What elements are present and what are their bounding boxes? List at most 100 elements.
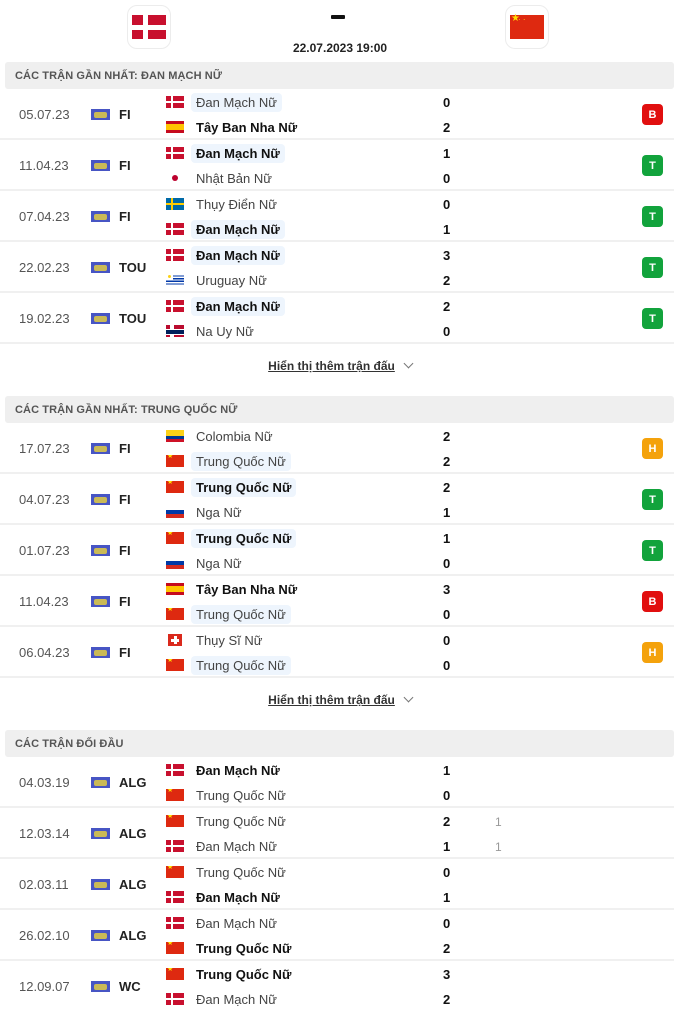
home-score: 3: [443, 582, 451, 597]
home-team[interactable]: Đan Mạch Nữ: [166, 913, 282, 933]
home-team-name[interactable]: Trung Quốc Nữ: [191, 528, 297, 548]
home-team-name[interactable]: Đan Mạch Nữ: [191, 296, 285, 316]
away-team[interactable]: Đan Mạch Nữ: [166, 887, 285, 907]
away-team-name[interactable]: Trung Quốc Nữ: [191, 451, 291, 471]
match-row[interactable]: 12.09.07 WC Trung Quốc Nữ 3 Đan Mạch Nữ 2: [0, 961, 674, 1009]
home-team[interactable]: Đan Mạch Nữ: [166, 760, 285, 780]
competition-icon: [91, 262, 110, 273]
match-row[interactable]: 11.04.23 FI Tây Ban Nha Nữ 3 Trung Quốc Nữ 0 B: [0, 576, 674, 627]
competition-code: FI: [119, 645, 131, 660]
away-team-name[interactable]: Na Uy Nữ: [191, 322, 259, 341]
home-team[interactable]: Trung Quốc Nữ: [166, 862, 291, 882]
match-row[interactable]: 22.02.23 TOU Đan Mạch Nữ 3 Uruguay Nữ 2 T: [0, 242, 674, 293]
match-row[interactable]: 19.02.23 TOU Đan Mạch Nữ 2 Na Uy Nữ 0 T: [0, 293, 674, 344]
away-team[interactable]: Nhật Bản Nữ: [166, 168, 277, 188]
match-row[interactable]: 04.07.23 FI Trung Quốc Nữ 2 Nga Nữ 1 T: [0, 474, 674, 525]
home-team-name[interactable]: Colombia Nữ: [191, 427, 278, 446]
home-team-name[interactable]: Tây Ban Nha Nữ: [191, 580, 302, 599]
home-score: 2: [443, 429, 451, 444]
home-team[interactable]: Thụy Sĩ Nữ: [166, 630, 268, 650]
match-row[interactable]: 26.02.10 ALG Đan Mạch Nữ 0 Trung Quốc Nữ 2: [0, 910, 674, 961]
show-more-link[interactable]: Hiển thị thêm trận đấu: [268, 693, 395, 707]
home-team-name[interactable]: Đan Mạch Nữ: [191, 92, 282, 112]
match-row[interactable]: 02.03.11 ALG Trung Quốc Nữ 0 Đan Mạch Nữ 1: [0, 859, 674, 910]
home-team-name[interactable]: Đan Mạch Nữ: [191, 143, 285, 163]
competition-code: ALG: [119, 775, 147, 790]
away-team-name[interactable]: Đan Mạch Nữ: [191, 837, 282, 856]
home-team[interactable]: Trung Quốc Nữ: [166, 964, 296, 984]
away-team[interactable]: Uruguay Nữ: [166, 270, 272, 290]
home-team-name[interactable]: Đan Mạch Nữ: [191, 914, 282, 933]
home-team[interactable]: Tây Ban Nha Nữ: [166, 579, 302, 599]
competition-icon: [91, 109, 110, 120]
home-team-name[interactable]: Trung Quốc Nữ: [191, 965, 296, 984]
cn-flag-icon: [166, 789, 184, 801]
home-team[interactable]: Trung Quốc Nữ: [166, 477, 297, 497]
away-score: 1: [443, 839, 451, 854]
away-team[interactable]: Tây Ban Nha Nữ: [166, 117, 302, 137]
home-team[interactable]: Đan Mạch Nữ: [166, 143, 285, 163]
home-team[interactable]: Đan Mạch Nữ: [166, 296, 285, 316]
competition-code: FI: [119, 209, 131, 224]
show-more-link[interactable]: Hiển thị thêm trận đấu: [268, 359, 395, 373]
away-team[interactable]: Trung Quốc Nữ: [166, 604, 291, 624]
home-score: 3: [443, 248, 451, 263]
home-team-name[interactable]: Đan Mạch Nữ: [191, 245, 285, 265]
away-team[interactable]: Nga Nữ: [166, 553, 247, 573]
away-team-name[interactable]: Nga Nữ: [191, 554, 247, 573]
home-score: 3: [443, 967, 451, 982]
home-team-name[interactable]: Trung Quốc Nữ: [191, 477, 297, 497]
away-team[interactable]: Na Uy Nữ: [166, 321, 259, 341]
home-team[interactable]: Đan Mạch Nữ: [166, 245, 285, 265]
home-team-name[interactable]: Trung Quốc Nữ: [191, 863, 291, 882]
away-team[interactable]: Đan Mạch Nữ: [166, 989, 282, 1009]
away-team-logo[interactable]: [505, 5, 549, 49]
away-team-name[interactable]: Trung Quốc Nữ: [191, 604, 291, 624]
home-team-name[interactable]: Đan Mạch Nữ: [191, 761, 285, 780]
away-team[interactable]: Nga Nữ: [166, 502, 247, 522]
home-team[interactable]: Trung Quốc Nữ: [166, 528, 297, 548]
away-team-name[interactable]: Nga Nữ: [191, 503, 247, 522]
match-row[interactable]: 12.03.14 ALG Trung Quốc Nữ 2 1 Đan Mạch Nữ 1 1: [0, 808, 674, 859]
match-date: 05.07.23: [19, 107, 70, 122]
competition-code: FI: [119, 594, 131, 609]
away-team-name[interactable]: Trung Quốc Nữ: [191, 655, 291, 675]
away-team-name[interactable]: Đan Mạch Nữ: [191, 990, 282, 1009]
home-team[interactable]: Colombia Nữ: [166, 426, 278, 446]
match-row[interactable]: 11.04.23 FI Đan Mạch Nữ 1 Nhật Bản Nữ 0 T: [0, 140, 674, 191]
competition-code: FI: [119, 107, 131, 122]
cn-flag-icon: [166, 455, 184, 467]
away-team[interactable]: Trung Quốc Nữ: [166, 655, 291, 675]
home-team[interactable]: Đan Mạch Nữ: [166, 92, 282, 112]
away-team[interactable]: Trung Quốc Nữ: [166, 451, 291, 471]
chevron-down-icon[interactable]: [403, 358, 414, 369]
away-team-name[interactable]: Tây Ban Nha Nữ: [191, 118, 302, 137]
away-team-name[interactable]: Đan Mạch Nữ: [191, 888, 285, 907]
away-team[interactable]: Đan Mạch Nữ: [166, 219, 285, 239]
match-row[interactable]: 04.03.19 ALG Đan Mạch Nữ 1 Trung Quốc Nữ 0: [0, 757, 674, 808]
match-row[interactable]: 06.04.23 FI Thụy Sĩ Nữ 0 Trung Quốc Nữ 0 H: [0, 627, 674, 678]
away-team-name[interactable]: Trung Quốc Nữ: [191, 939, 296, 958]
home-team[interactable]: Thụy Điển Nữ: [166, 194, 282, 214]
away-team-name[interactable]: Uruguay Nữ: [191, 271, 272, 290]
es-flag-icon: [166, 121, 184, 133]
match-row[interactable]: 01.07.23 FI Trung Quốc Nữ 1 Nga Nữ 0 T: [0, 525, 674, 576]
away-team-name[interactable]: Trung Quốc Nữ: [191, 786, 291, 805]
home-team-name[interactable]: Thụy Sĩ Nữ: [191, 631, 268, 650]
away-team[interactable]: Đan Mạch Nữ: [166, 836, 282, 856]
dk-flag-icon: [166, 300, 184, 312]
home-team-name[interactable]: Thụy Điển Nữ: [191, 195, 282, 214]
match-row[interactable]: 17.07.23 FI Colombia Nữ 2 Trung Quốc Nữ 2 H: [0, 423, 674, 474]
chevron-down-icon[interactable]: [403, 692, 414, 703]
sections-container: CÁC TRẬN GẦN NHẤT: ĐAN MẠCH NỮ 05.07.23 FI…: [0, 62, 680, 1009]
match-row[interactable]: 05.07.23 FI Đan Mạch Nữ 0 Tây Ban Nha Nữ 2 B: [0, 89, 674, 140]
away-team-name[interactable]: Nhật Bản Nữ: [191, 169, 277, 188]
home-team[interactable]: Trung Quốc Nữ: [166, 811, 291, 831]
away-team-name[interactable]: Đan Mạch Nữ: [191, 219, 285, 239]
away-team[interactable]: Trung Quốc Nữ: [166, 938, 296, 958]
away-team[interactable]: Trung Quốc Nữ: [166, 785, 291, 805]
cn-flag-icon: [166, 866, 184, 878]
home-team-name[interactable]: Trung Quốc Nữ: [191, 812, 291, 831]
match-row[interactable]: 07.04.23 FI Thụy Điển Nữ 0 Đan Mạch Nữ 1 T: [0, 191, 674, 242]
dk-flag-icon: [166, 917, 184, 929]
